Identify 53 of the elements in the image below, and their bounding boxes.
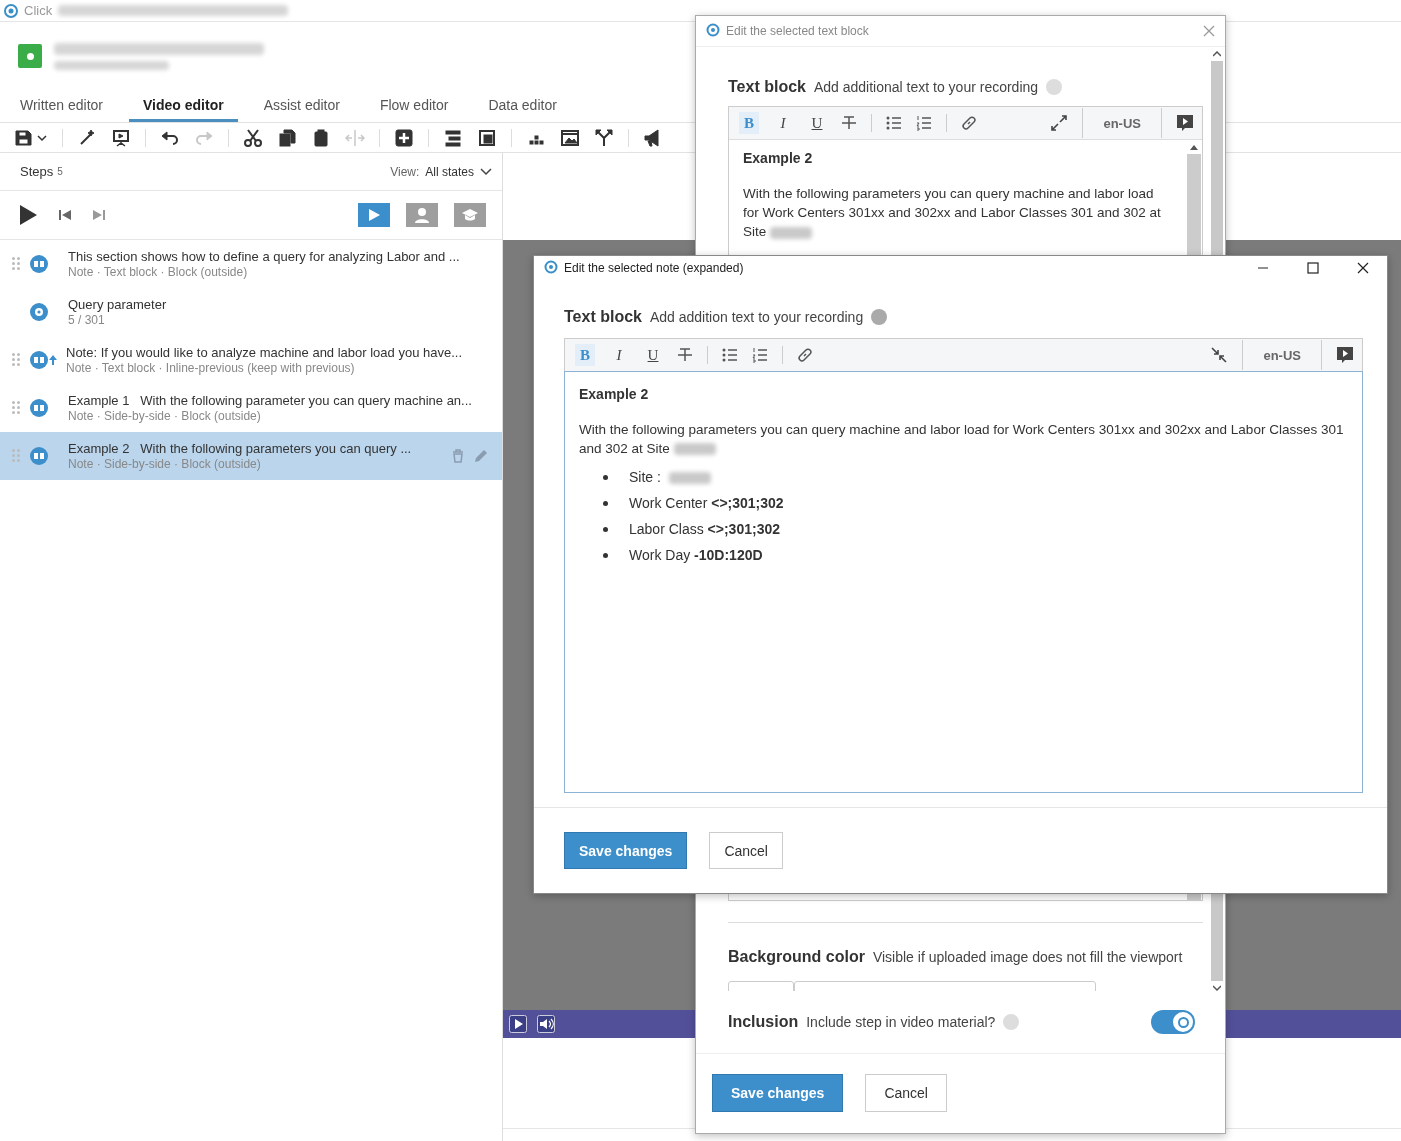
italic-button[interactable]: I: [773, 112, 793, 135]
note-paragraph: With the following parameters you can query machine and labor load for Work Centers 301xx and 302xx and Labor Classes 301 and 302 at Site: [743, 185, 1162, 242]
step-subtitle: Note · Text block · Inline-previous (keep with previous): [66, 361, 356, 375]
dialog-title: Edit the selected note (expanded): [564, 261, 744, 275]
note-heading: Example 2: [579, 386, 650, 402]
note-paragraph: With the following parameters you can query machine and labor load for Work Centers 301xx and 302xx and Labor Classes 301 and 302 at Site: [579, 421, 1345, 458]
step-title: Example 1 With the following parameter you can query machine an...: [68, 393, 473, 408]
step-row[interactable]: Example 1 With the following parameter you can query machine an... Note · Side-by-side · Block (outside): [0, 384, 502, 432]
editor-tab[interactable]: Assist editor: [249, 90, 354, 122]
language-button[interactable]: en-US: [1257, 346, 1307, 364]
cancel-button[interactable]: Cancel: [865, 1074, 947, 1112]
underline-button[interactable]: U: [807, 112, 827, 135]
save-button[interactable]: Save changes: [712, 1074, 844, 1112]
step-subtitle: Note · Side-by-side · Block (outside): [68, 457, 262, 471]
cancel-button[interactable]: Cancel: [709, 832, 783, 869]
step-title: Example 2 With the following parameters you can query ...: [68, 441, 413, 456]
step-subtitle: 5 / 301: [68, 313, 106, 327]
save-button[interactable]: Save changes: [564, 832, 688, 869]
step-row[interactable]: Query parameter 5 / 301: [0, 288, 502, 336]
step-title: Query parameter: [68, 297, 168, 312]
section-hint: Include step in video material?: [806, 1014, 996, 1030]
language-button[interactable]: en-US: [1097, 114, 1147, 132]
section-hint: Add addition text to your recording: [649, 309, 864, 325]
note-heading: Example 2: [743, 150, 814, 167]
section-title: Background color: [728, 947, 865, 966]
step-subtitle: Note · Side-by-side · Block (outside): [68, 409, 262, 423]
underline-button[interactable]: U: [643, 344, 663, 366]
editor-tab[interactable]: Video editor: [129, 90, 238, 122]
step-row[interactable]: Note: If you would like to analyze machine and labor load you have... Note · Text block · Inline-previous (keep with previous): [0, 336, 502, 384]
steps-count: 5: [57, 166, 63, 177]
steps-title: Steps: [20, 164, 54, 179]
bullet-text: Site :: [629, 469, 713, 485]
view-dropdown[interactable]: All states: [423, 164, 494, 179]
step-title: Note: If you would like to analyze machine and labor load you have...: [66, 345, 464, 360]
dialog-title: Edit the selected text block: [726, 24, 869, 38]
step-subtitle: Note · Text block · Block (outside): [68, 265, 249, 279]
editor-tab[interactable]: Data editor: [474, 90, 571, 122]
step-title: This section shows how to define a query for analyzing Labor and ...: [68, 249, 461, 264]
view-label: View:: [390, 164, 420, 179]
section-title: Inclusion: [728, 1013, 799, 1031]
italic-button[interactable]: I: [609, 344, 629, 366]
editor-tab[interactable]: Flow editor: [365, 90, 463, 122]
editor-tab[interactable]: Written editor: [6, 90, 117, 122]
section-title: Text block: [564, 308, 642, 326]
app-title: Click: [24, 3, 53, 18]
bullet-text: Labor Class <>;301;302: [629, 521, 780, 537]
step-row[interactable]: This section shows how to define a query for analyzing Labor and ... Note · Text block · Block (outside): [0, 240, 502, 288]
section-hint: Visible if uploaded image does not fill the viewport: [872, 948, 1183, 965]
bullet-text: Work Day -10D:120D: [629, 547, 763, 563]
bullet-text: Work Center <>;301;302: [629, 495, 784, 511]
selected-step-row[interactable]: Example 2 With the following parameters you can query ... Note · Side-by-side · Block (outside): [0, 432, 502, 480]
section-title: Text block: [728, 77, 806, 96]
section-hint: Add additional text to your recording: [813, 78, 1039, 95]
